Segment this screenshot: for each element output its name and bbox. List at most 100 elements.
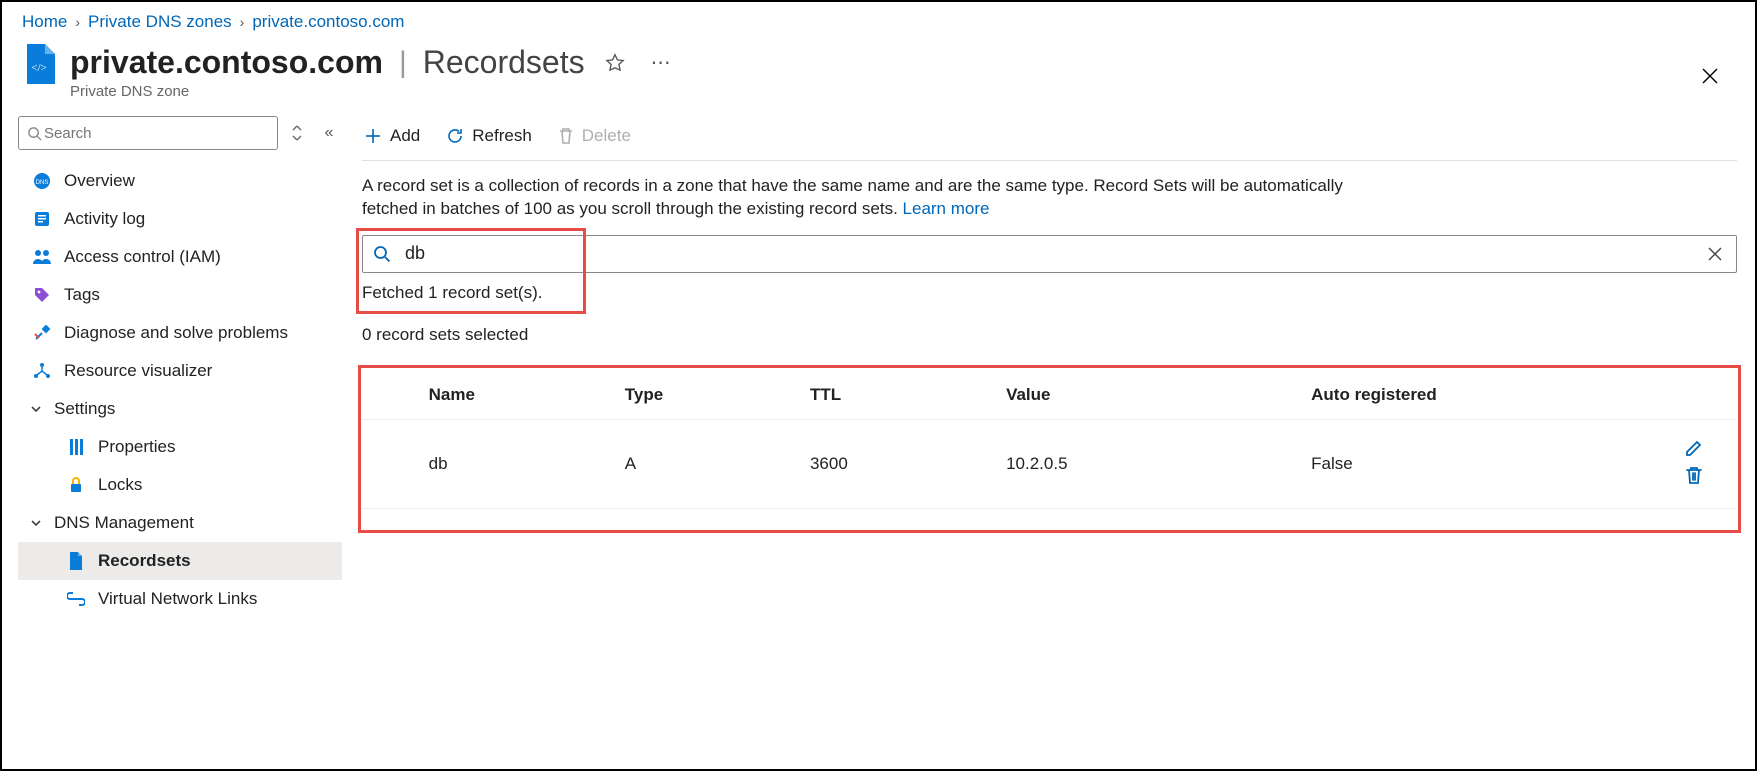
sidebar-item-activity[interactable]: Activity log bbox=[18, 200, 342, 238]
sidebar-item-overview[interactable]: DNS Overview bbox=[18, 162, 342, 200]
learn-more-link[interactable]: Learn more bbox=[903, 199, 990, 218]
table-header-row: Name Type TTL Value Auto registered bbox=[362, 371, 1737, 420]
sidebar-item-label: Activity log bbox=[64, 209, 145, 229]
add-button[interactable]: Add bbox=[362, 122, 422, 150]
wrench-icon bbox=[32, 323, 52, 343]
search-icon bbox=[27, 126, 42, 141]
cell-ttl: 3600 bbox=[800, 419, 996, 508]
sidebar-search[interactable] bbox=[18, 116, 278, 150]
sidebar-item-vnet[interactable]: Virtual Network Links bbox=[18, 580, 342, 618]
more-button[interactable]: ⋯ bbox=[645, 46, 677, 79]
sidebar-item-label: Locks bbox=[98, 475, 142, 495]
page-header: </> private.contoso.com | Recordsets ⋯ P… bbox=[2, 38, 1755, 116]
edit-row-button[interactable] bbox=[1677, 438, 1709, 460]
dns-zone-icon: </> bbox=[22, 44, 56, 84]
sidebar-item-diagnose[interactable]: Diagnose and solve problems bbox=[18, 314, 342, 352]
close-button[interactable] bbox=[1695, 58, 1731, 94]
column-type[interactable]: Type bbox=[615, 371, 800, 420]
cell-type: A bbox=[615, 419, 800, 508]
sidebar-item-recordsets[interactable]: Recordsets bbox=[18, 542, 342, 580]
plus-icon bbox=[364, 127, 382, 145]
fetched-status: Fetched 1 record set(s). bbox=[362, 283, 1737, 303]
breadcrumb: Home › Private DNS zones › private.conto… bbox=[2, 2, 1755, 38]
trash-icon bbox=[558, 127, 574, 145]
close-icon bbox=[1701, 67, 1725, 85]
breadcrumb-separator: › bbox=[75, 14, 80, 30]
lock-icon bbox=[66, 475, 86, 495]
delete-button: Delete bbox=[556, 122, 633, 150]
sidebar-collapse-button[interactable]: « bbox=[316, 120, 342, 146]
sidebar-item-label: Access control (IAM) bbox=[64, 247, 221, 267]
sidebar-section-dns[interactable]: DNS Management bbox=[18, 504, 342, 542]
table-row[interactable]: db A 3600 10.2.0.5 False bbox=[362, 419, 1737, 508]
cell-value: 10.2.0.5 bbox=[996, 419, 1301, 508]
sidebar-item-label: Tags bbox=[64, 285, 100, 305]
page-subtitle: Private DNS zone bbox=[70, 83, 1735, 100]
sidebar-item-iam[interactable]: Access control (IAM) bbox=[18, 238, 342, 276]
sidebar: « DNS Overview Activity log Access co bbox=[2, 116, 352, 618]
cell-auto: False bbox=[1301, 419, 1541, 508]
breadcrumb-separator: › bbox=[240, 14, 245, 30]
pencil-icon bbox=[1683, 439, 1703, 459]
recordsets-table: Name Type TTL Value Auto registered db A… bbox=[362, 371, 1737, 509]
description-text: A record set is a collection of records … bbox=[362, 161, 1382, 229]
tag-icon bbox=[32, 285, 52, 305]
sidebar-search-input[interactable] bbox=[42, 124, 269, 143]
chevron-left-double-icon: « bbox=[325, 124, 334, 142]
ellipsis-icon: ⋯ bbox=[651, 52, 671, 74]
toolbar: Add Refresh Delete bbox=[362, 116, 1737, 161]
breadcrumb-home[interactable]: Home bbox=[22, 12, 67, 32]
sidebar-item-label: Resource visualizer bbox=[64, 361, 212, 381]
document-icon bbox=[66, 551, 86, 571]
cell-name: db bbox=[419, 419, 615, 508]
link-icon bbox=[66, 589, 86, 609]
graph-icon bbox=[32, 361, 52, 381]
sidebar-item-properties[interactable]: Properties bbox=[18, 428, 342, 466]
sidebar-section-label: Settings bbox=[54, 399, 115, 419]
search-icon bbox=[373, 245, 391, 263]
record-search[interactable] bbox=[362, 235, 1737, 273]
description-body: A record set is a collection of records … bbox=[362, 176, 1343, 218]
svg-text:DNS: DNS bbox=[36, 180, 49, 186]
sidebar-section-label: DNS Management bbox=[54, 513, 194, 533]
record-search-input[interactable] bbox=[403, 242, 1702, 265]
sidebar-item-visualizer[interactable]: Resource visualizer bbox=[18, 352, 342, 390]
sidebar-item-label: Diagnose and solve problems bbox=[64, 323, 288, 343]
favorite-button[interactable] bbox=[599, 49, 631, 77]
sidebar-item-label: Properties bbox=[98, 437, 175, 457]
column-value[interactable]: Value bbox=[996, 371, 1301, 420]
sidebar-sort-button[interactable] bbox=[284, 120, 310, 146]
sidebar-item-label: Virtual Network Links bbox=[98, 589, 257, 609]
main-content: Add Refresh Delete A record set is a col… bbox=[352, 116, 1755, 618]
properties-icon bbox=[66, 437, 86, 457]
column-name[interactable]: Name bbox=[419, 371, 615, 420]
toolbar-label: Add bbox=[390, 126, 420, 146]
people-icon bbox=[32, 247, 52, 267]
chevron-down-icon bbox=[28, 517, 44, 529]
page-title: private.contoso.com bbox=[70, 44, 383, 81]
trash-icon bbox=[1685, 465, 1703, 485]
refresh-icon bbox=[446, 127, 464, 145]
svg-text:</>: </> bbox=[31, 62, 46, 74]
column-auto[interactable]: Auto registered bbox=[1301, 371, 1541, 420]
toolbar-label: Refresh bbox=[472, 126, 532, 146]
star-icon bbox=[605, 53, 625, 73]
sidebar-item-tags[interactable]: Tags bbox=[18, 276, 342, 314]
log-icon bbox=[32, 209, 52, 229]
page-section: Recordsets bbox=[423, 44, 585, 81]
delete-row-button[interactable] bbox=[1679, 464, 1709, 486]
sidebar-item-label: Recordsets bbox=[98, 551, 191, 571]
title-separator: | bbox=[399, 46, 407, 80]
clear-search-button[interactable] bbox=[1702, 246, 1728, 262]
breadcrumb-dnszones[interactable]: Private DNS zones bbox=[88, 12, 232, 32]
refresh-button[interactable]: Refresh bbox=[444, 122, 534, 150]
globe-icon: DNS bbox=[32, 171, 52, 191]
column-ttl[interactable]: TTL bbox=[800, 371, 996, 420]
sort-icon bbox=[291, 125, 303, 141]
selected-count: 0 record sets selected bbox=[362, 325, 1737, 345]
sidebar-item-label: Overview bbox=[64, 171, 135, 191]
sidebar-item-locks[interactable]: Locks bbox=[18, 466, 342, 504]
sidebar-section-settings[interactable]: Settings bbox=[18, 390, 342, 428]
breadcrumb-zone[interactable]: private.contoso.com bbox=[252, 12, 404, 32]
close-icon bbox=[1708, 247, 1722, 261]
